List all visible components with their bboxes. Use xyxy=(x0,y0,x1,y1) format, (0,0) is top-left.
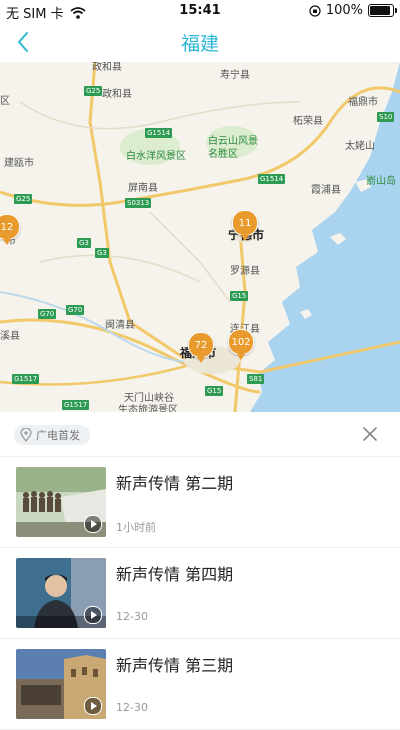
map-label-luoyuan: 罗源县 xyxy=(230,266,260,277)
play-icon xyxy=(84,515,102,533)
map-label-pingnan: 屏南县 xyxy=(128,183,158,194)
nav-bar: 福建 xyxy=(0,22,400,63)
road-tag: S10 xyxy=(377,112,395,122)
news-list-item[interactable]: 新声传情 第二期 1小时前 xyxy=(0,457,400,548)
battery-icon xyxy=(368,4,397,17)
map-label-minqing: 闽清县 xyxy=(105,320,135,331)
status-right: 100% xyxy=(309,3,397,18)
road-tag: G1514 xyxy=(145,128,173,138)
news-item-time: 12-30 xyxy=(116,701,148,714)
news-panel: 广电首发 新声传情 第二期 1小时前 新声传情 第四期 12-30 新声传情 第… xyxy=(0,412,400,730)
road xyxy=(19,101,301,130)
page-title: 福建 xyxy=(180,33,219,55)
map-view[interactable]: 政和县 寿宁县 政和县 区 福鼎市 柘荣县 白云山风景 名胜区 白水洋风景区 太… xyxy=(0,62,400,412)
road-tag: G70 xyxy=(38,309,57,319)
road-tag: G3 xyxy=(95,248,109,258)
status-bar: 无 SIM 卡 15:41 100% xyxy=(0,0,400,22)
road-tag: G3 xyxy=(77,238,91,248)
news-item-title: 新声传情 第三期 xyxy=(116,656,234,675)
road-tag: G25 xyxy=(14,194,33,204)
video-thumbnail xyxy=(16,558,106,628)
road-tag: G70 xyxy=(66,305,85,315)
play-icon xyxy=(84,697,102,715)
news-item-title: 新声传情 第二期 xyxy=(116,474,234,493)
road-tag: S81 xyxy=(247,374,265,384)
close-icon xyxy=(363,427,377,441)
video-thumbnail xyxy=(16,649,106,719)
road-tag: G1517 xyxy=(62,400,90,410)
map-label-jianou: 建瓯市 xyxy=(4,158,34,169)
close-button[interactable] xyxy=(360,424,380,444)
map-label-top: 政和县 xyxy=(92,62,122,73)
panel-header: 广电首发 xyxy=(0,412,400,457)
location-pin-icon xyxy=(20,428,32,442)
news-list-item[interactable]: 新声传情 第四期 12-30 xyxy=(0,548,400,639)
map-label-zherong: 柘荣县 xyxy=(293,116,323,127)
map-label-yashandao: 嵛山岛 xyxy=(366,176,396,187)
map-label-baishuiyang: 白水洋风景区 xyxy=(126,151,186,162)
road-tag: G1514 xyxy=(258,174,286,184)
road xyxy=(149,211,231,303)
news-list-item[interactable]: 新声传情 第三期 12-30 xyxy=(0,639,400,730)
road-tag: G15 xyxy=(230,291,249,301)
map-label-fuding: 福鼎市 xyxy=(348,97,378,108)
map-label-shouning: 寿宁县 xyxy=(220,70,250,81)
map-label-xiapu: 霞浦县 xyxy=(311,185,341,196)
battery-percent: 100% xyxy=(325,3,363,18)
map-label-tianmen-2: 生态旅游景区 xyxy=(118,405,178,412)
road-tag: G25 xyxy=(84,86,103,96)
battery-fill xyxy=(370,6,390,15)
news-item-time: 12-30 xyxy=(116,610,148,623)
location-chip[interactable]: 广电首发 xyxy=(14,425,90,445)
news-item-title: 新声传情 第四期 xyxy=(116,565,234,584)
news-item-time: 1小时前 xyxy=(116,521,156,534)
road-tag: G1517 xyxy=(12,374,40,384)
map-label-edge-qu: 区 xyxy=(0,96,10,107)
video-thumbnail xyxy=(16,467,106,537)
location-label: 广电首发 xyxy=(36,429,80,442)
road-tag: G15 xyxy=(205,386,224,396)
map-label-baiyunshan-2: 名胜区 xyxy=(208,149,238,160)
map-label-zhenghe: 政和县 xyxy=(102,89,132,100)
road xyxy=(39,254,201,283)
map-label-edge-xi: 溪县 xyxy=(0,331,20,342)
orientation-lock-icon xyxy=(309,4,321,17)
map-cluster-marker[interactable]: 72 xyxy=(188,332,214,363)
road-tag: S0313 xyxy=(125,198,152,208)
map-cluster-marker[interactable]: 102 xyxy=(228,329,254,360)
play-icon xyxy=(84,606,102,624)
map-label-taimushan: 太姥山 xyxy=(345,141,375,152)
map-cluster-marker[interactable]: 11 xyxy=(232,210,258,241)
